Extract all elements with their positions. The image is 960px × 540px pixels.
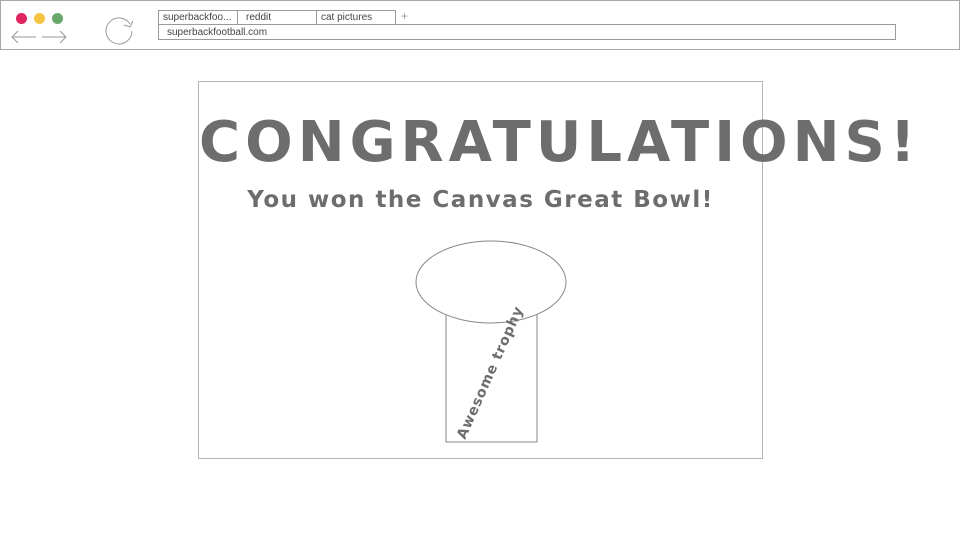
address-bar[interactable]: superbackfootball.com	[158, 24, 896, 40]
trophy-cup	[415, 240, 567, 324]
reload-icon[interactable]	[102, 13, 136, 45]
minimize-window-button[interactable]	[34, 13, 45, 24]
tab-reddit[interactable]: reddit	[237, 10, 317, 24]
browser-chrome: superbackfoo... reddit cat pictures + su…	[0, 0, 960, 50]
trophy-drawing: Awesome trophy	[415, 240, 567, 443]
tab-cat-pictures[interactable]: cat pictures	[316, 10, 396, 24]
congratulations-canvas: CONGRATULATIONS! You won the Canvas Grea…	[198, 81, 915, 459]
new-tab-button[interactable]: +	[401, 9, 408, 23]
maximize-window-button[interactable]	[52, 13, 63, 24]
tab-superbackfootball[interactable]: superbackfoo...	[158, 10, 238, 24]
back-arrow-icon[interactable]	[11, 30, 37, 44]
forward-arrow-icon[interactable]	[41, 30, 67, 44]
close-window-button[interactable]	[16, 13, 27, 24]
